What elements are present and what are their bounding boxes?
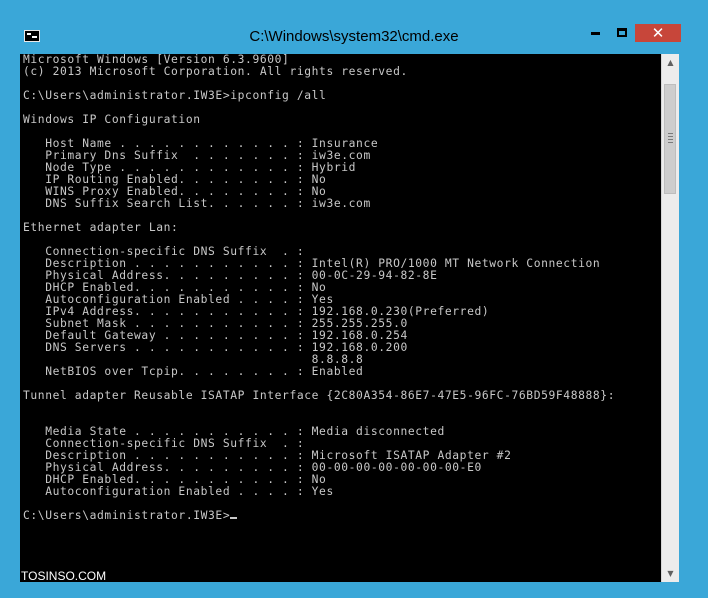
grip-line [668,136,673,137]
scroll-up-arrow-icon[interactable]: ▲ [662,54,679,71]
console-output[interactable]: Microsoft Windows [Version 6.3.9600] (c)… [20,54,661,582]
grip-line [668,142,673,143]
watermark: TOSINSO.COM [21,569,107,583]
console-line: (c) 2013 Microsoft Corporation. All righ… [23,65,408,78]
console-line: Autoconfiguration Enabled . . . . : Yes [45,485,334,498]
console-line: C:\Users\administrator.IW3E>ipconfig /al… [23,89,327,102]
console-text: Microsoft Windows [Version 6.3.9600] (c)… [23,54,615,522]
close-icon: ✕ [651,24,665,42]
grip-line [668,133,673,134]
minimize-button[interactable] [582,24,609,42]
maximize-icon [617,28,627,37]
grip-line [668,139,673,140]
console-line: Windows IP Configuration [23,113,201,126]
console-line: Ethernet adapter Lan: [23,221,179,234]
close-button[interactable]: ✕ [635,24,681,42]
minimize-icon [591,32,600,35]
scroll-thumb[interactable] [664,84,676,194]
console-line: Tunnel adapter Reusable ISATAP Interface… [23,389,616,402]
maximize-button[interactable] [609,24,635,42]
scroll-down-arrow-icon[interactable]: ▼ [662,565,679,582]
vertical-scrollbar[interactable]: ▲ ▼ [661,54,679,582]
text-cursor [230,517,238,519]
console-line: DNS Suffix Search List. . . . . . : iw3e… [45,197,371,210]
console-lines: Microsoft Windows [Version 6.3.9600] (c)… [23,54,615,498]
command-prompt: C:\Users\administrator.IW3E> [23,509,231,522]
cmd-window: C:\Windows\system32\cmd.exe ✕ Microsoft … [0,0,708,598]
title-bar[interactable]: C:\Windows\system32\cmd.exe ✕ [0,0,708,46]
console-line: NetBIOS over Tcpip. . . . . . . . : Enab… [45,365,364,378]
